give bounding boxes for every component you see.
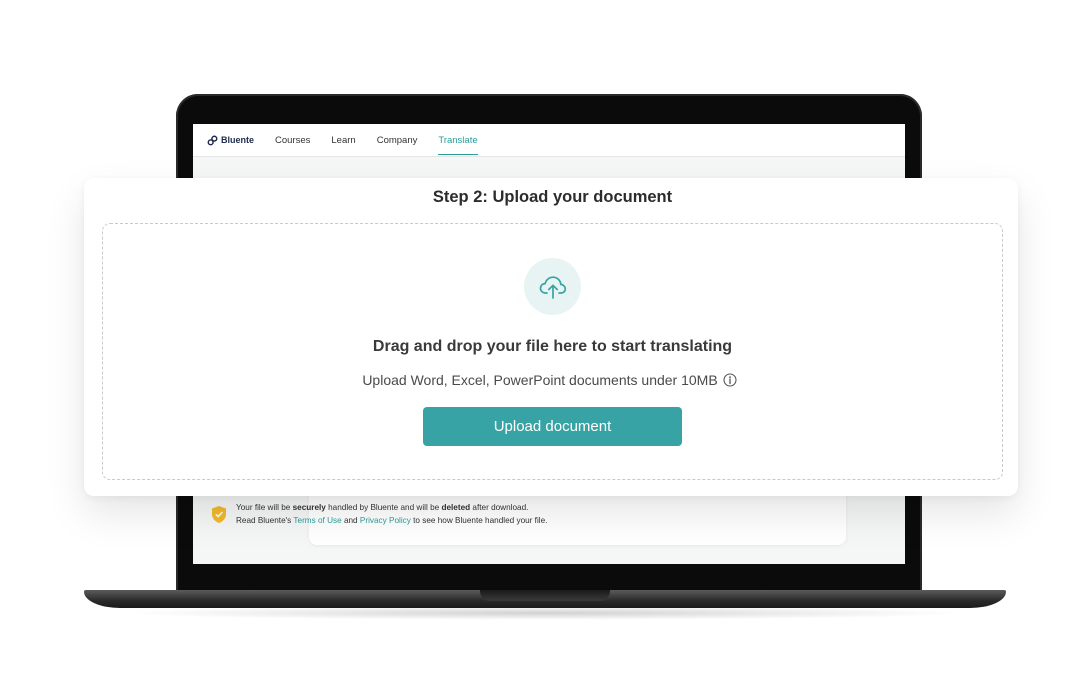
dropzone-subtitle: Upload Word, Excel, PowerPoint documents… (0, 372, 1080, 388)
shield-check-icon (212, 506, 226, 523)
notice-text: and (343, 516, 358, 525)
dropzone-title: Drag and drop your file here to start tr… (372, 338, 733, 355)
notice-text: handled by Bluente and will be (328, 503, 440, 512)
brand-logo[interactable]: Bluente (207, 135, 254, 146)
notice-line-2: Read Bluente's Terms of Use and Privacy … (236, 514, 547, 527)
laptop-notch (480, 590, 610, 601)
notice-text: after download. (472, 503, 529, 512)
terms-of-use-link[interactable]: Terms of Use (293, 516, 341, 525)
privacy-policy-link[interactable]: Privacy Policy (360, 516, 411, 525)
upload-icon-badge (524, 258, 581, 315)
nav-link-learn[interactable]: Learn (331, 125, 355, 156)
step-title: Step 2: Upload your document (432, 188, 673, 206)
nav-link-company[interactable]: Company (377, 125, 418, 156)
info-icon[interactable] (723, 373, 737, 387)
nav-link-courses[interactable]: Courses (275, 125, 310, 156)
laptop-shadow (120, 606, 970, 620)
security-notice: Your file will be securely handled by Bl… (211, 501, 547, 527)
nav-link-translate[interactable]: Translate (438, 125, 478, 155)
brand-name: Bluente (221, 135, 255, 145)
dropzone-subtitle-text: Upload Word, Excel, PowerPoint documents… (362, 372, 718, 388)
notice-text: Read Bluente's (236, 516, 292, 525)
notice-text: Your file will be (236, 503, 291, 512)
notice-text: to see how Bluente handled your file. (413, 516, 548, 525)
notice-emphasis-securely: securely (292, 503, 326, 512)
site-navbar: Bluente Courses Learn Company Translate (193, 124, 905, 157)
cloud-upload-icon (539, 275, 566, 299)
notice-emphasis-deleted: deleted (441, 503, 471, 512)
upload-document-button[interactable]: Upload document (423, 407, 682, 446)
notice-line-1: Your file will be securely handled by Bl… (236, 501, 547, 514)
link-chain-icon (207, 135, 218, 145)
